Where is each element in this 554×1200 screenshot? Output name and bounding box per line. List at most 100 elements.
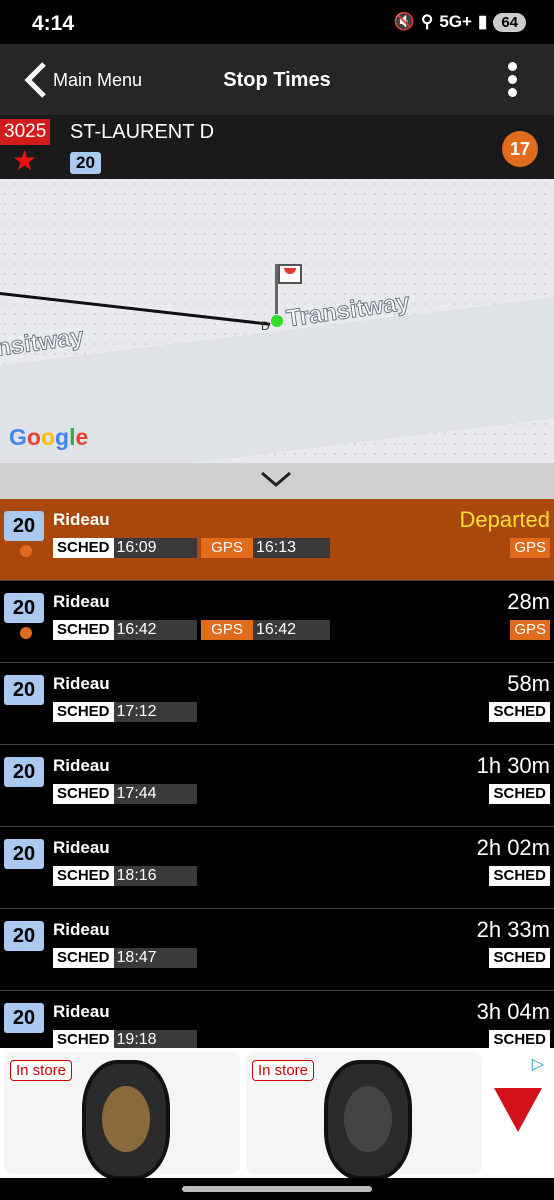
scheduled-time: SCHED 19:18 — [53, 1030, 197, 1050]
sched-tag: SCHED — [53, 866, 114, 886]
stop-location-dot[interactable] — [271, 315, 283, 327]
map-marker-letter: D — [261, 319, 270, 333]
time-source-badge: SCHED — [489, 948, 550, 968]
stop-map[interactable]: D Transitway nsitway Google — [0, 179, 554, 463]
eta: 2h 33m — [476, 917, 550, 942]
destination: Rideau — [53, 510, 110, 529]
eta: Departed — [459, 507, 550, 532]
departure-row[interactable]: 20 Rideau SCHED 17:44 1h 30m SCHED — [0, 745, 554, 827]
scheduled-time: SCHED 17:12 — [53, 702, 197, 722]
time-source-badge: GPS — [510, 620, 550, 640]
eta: 2h 02m — [476, 835, 550, 860]
route-chip: 20 — [4, 839, 44, 869]
ad-banner[interactable]: In store In store ▷ — [0, 1048, 554, 1180]
route-chip: 20 — [4, 511, 44, 541]
ad-card[interactable]: In store — [4, 1052, 240, 1180]
gps-time-value: 16:42 — [256, 621, 297, 638]
canadian-tire-logo — [494, 1088, 542, 1132]
destination: Rideau — [53, 838, 110, 857]
sched-time: 17:44 — [116, 785, 157, 802]
destination: Rideau — [53, 920, 110, 939]
chevron-down-icon — [261, 471, 291, 487]
eta: 1h 30m — [476, 753, 550, 778]
destination: Rideau — [53, 756, 110, 775]
destination: Rideau — [53, 592, 110, 611]
departure-row[interactable]: 20 Rideau SCHED 17:12 58m SCHED — [0, 663, 554, 745]
sched-time: 18:16 — [116, 867, 157, 884]
signal-icon: ▮ — [477, 12, 488, 31]
eta: 58m — [507, 671, 550, 696]
sched-time: 16:09 — [116, 539, 157, 556]
google-logo: Google — [9, 424, 89, 450]
tire-image — [324, 1060, 412, 1180]
time-source-badge: SCHED — [489, 1030, 550, 1050]
time-source-badge: SCHED — [489, 702, 550, 722]
gps-time: GPS 16:13 — [201, 538, 330, 558]
stop-route-chip[interactable]: 20 — [70, 152, 101, 174]
departure-row[interactable]: 20 Rideau SCHED 16:42 GPS 16:42 28m GPS — [0, 581, 554, 663]
status-time: 4:14 — [32, 12, 75, 35]
route-chip: 20 — [4, 675, 44, 705]
adchoices-icon[interactable]: ▷ — [532, 1054, 544, 1074]
stop-number: 3025 — [0, 119, 51, 145]
favorite-star-icon[interactable]: ★ — [12, 147, 37, 175]
sched-tag: SCHED — [53, 784, 114, 804]
network-label: 5G+ — [439, 12, 472, 31]
departure-row[interactable]: 20 Rideau SCHED 18:47 2h 33m SCHED — [0, 909, 554, 991]
in-store-badge: In store — [252, 1060, 315, 1081]
page-title: Stop Times — [223, 69, 331, 91]
scheduled-time: SCHED 16:09 — [53, 538, 197, 558]
scheduled-time: SCHED 16:42 — [53, 620, 197, 640]
sched-time: 19:18 — [116, 1031, 157, 1048]
departure-row[interactable]: 20 Rideau SCHED 16:09 GPS 16:13 Departed GPS — [0, 499, 554, 581]
eta: 3h 04m — [476, 999, 550, 1024]
gps-tag: GPS — [201, 538, 253, 558]
status-bar: 4:14 🔇 ⚲ 5G+ ▮ 64 — [0, 0, 554, 44]
scheduled-time: SCHED 18:47 — [53, 948, 197, 968]
sched-time: 18:47 — [116, 949, 157, 966]
eta: 28m — [507, 589, 550, 614]
route-chip: 20 — [4, 757, 44, 787]
sched-tag: SCHED — [53, 1030, 114, 1050]
sched-tag: SCHED — [53, 538, 114, 558]
sched-tag: SCHED — [53, 702, 114, 722]
live-indicator-dot — [20, 545, 32, 557]
stop-flag-icon[interactable] — [278, 264, 302, 284]
gps-tag: GPS — [201, 620, 253, 640]
route-line — [0, 292, 271, 326]
route-chip: 20 — [4, 593, 44, 623]
route-chip: 20 — [4, 921, 44, 951]
time-source-badge: SCHED — [489, 784, 550, 804]
departures-list: 20 Rideau SCHED 16:09 GPS 16:13 Departed GPS 20 R… — [0, 499, 554, 1073]
location-icon: ⚲ — [420, 12, 434, 31]
route-count-badge[interactable]: 17 — [502, 131, 538, 167]
collapse-map-button[interactable] — [0, 463, 554, 499]
gps-time-value: 16:13 — [256, 539, 297, 556]
sched-time: 17:12 — [116, 703, 157, 720]
sched-time: 16:42 — [116, 621, 157, 638]
status-icons: 🔇 ⚲ 5G+ ▮ 64 — [394, 12, 526, 32]
mute-icon: 🔇 — [393, 12, 415, 31]
departure-row[interactable]: 20 Rideau SCHED 18:16 2h 02m SCHED — [0, 827, 554, 909]
time-source-badge: SCHED — [489, 866, 550, 886]
tire-image — [82, 1060, 170, 1180]
home-gesture-handle[interactable] — [182, 1186, 372, 1192]
gps-time: GPS 16:42 — [201, 620, 330, 640]
ad-card[interactable]: In store — [246, 1052, 482, 1180]
app-header: Main Menu Stop Times — [0, 44, 554, 115]
scheduled-time: SCHED 17:44 — [53, 784, 197, 804]
live-indicator-dot — [20, 627, 32, 639]
route-chip: 20 — [4, 1003, 44, 1033]
sched-tag: SCHED — [53, 620, 114, 640]
stop-info-bar: 3025 ★ ST-LAURENT D 20 17 — [0, 115, 554, 179]
battery-indicator: 64 — [493, 12, 526, 32]
sched-tag: SCHED — [53, 948, 114, 968]
stop-name: ST-LAURENT D — [70, 121, 215, 143]
time-source-badge: GPS — [510, 538, 550, 558]
in-store-badge: In store — [10, 1060, 73, 1081]
overflow-menu-icon[interactable] — [508, 62, 518, 98]
system-nav-bar — [0, 1178, 554, 1200]
scheduled-time: SCHED 18:16 — [53, 866, 197, 886]
destination: Rideau — [53, 1002, 110, 1021]
destination: Rideau — [53, 674, 110, 693]
